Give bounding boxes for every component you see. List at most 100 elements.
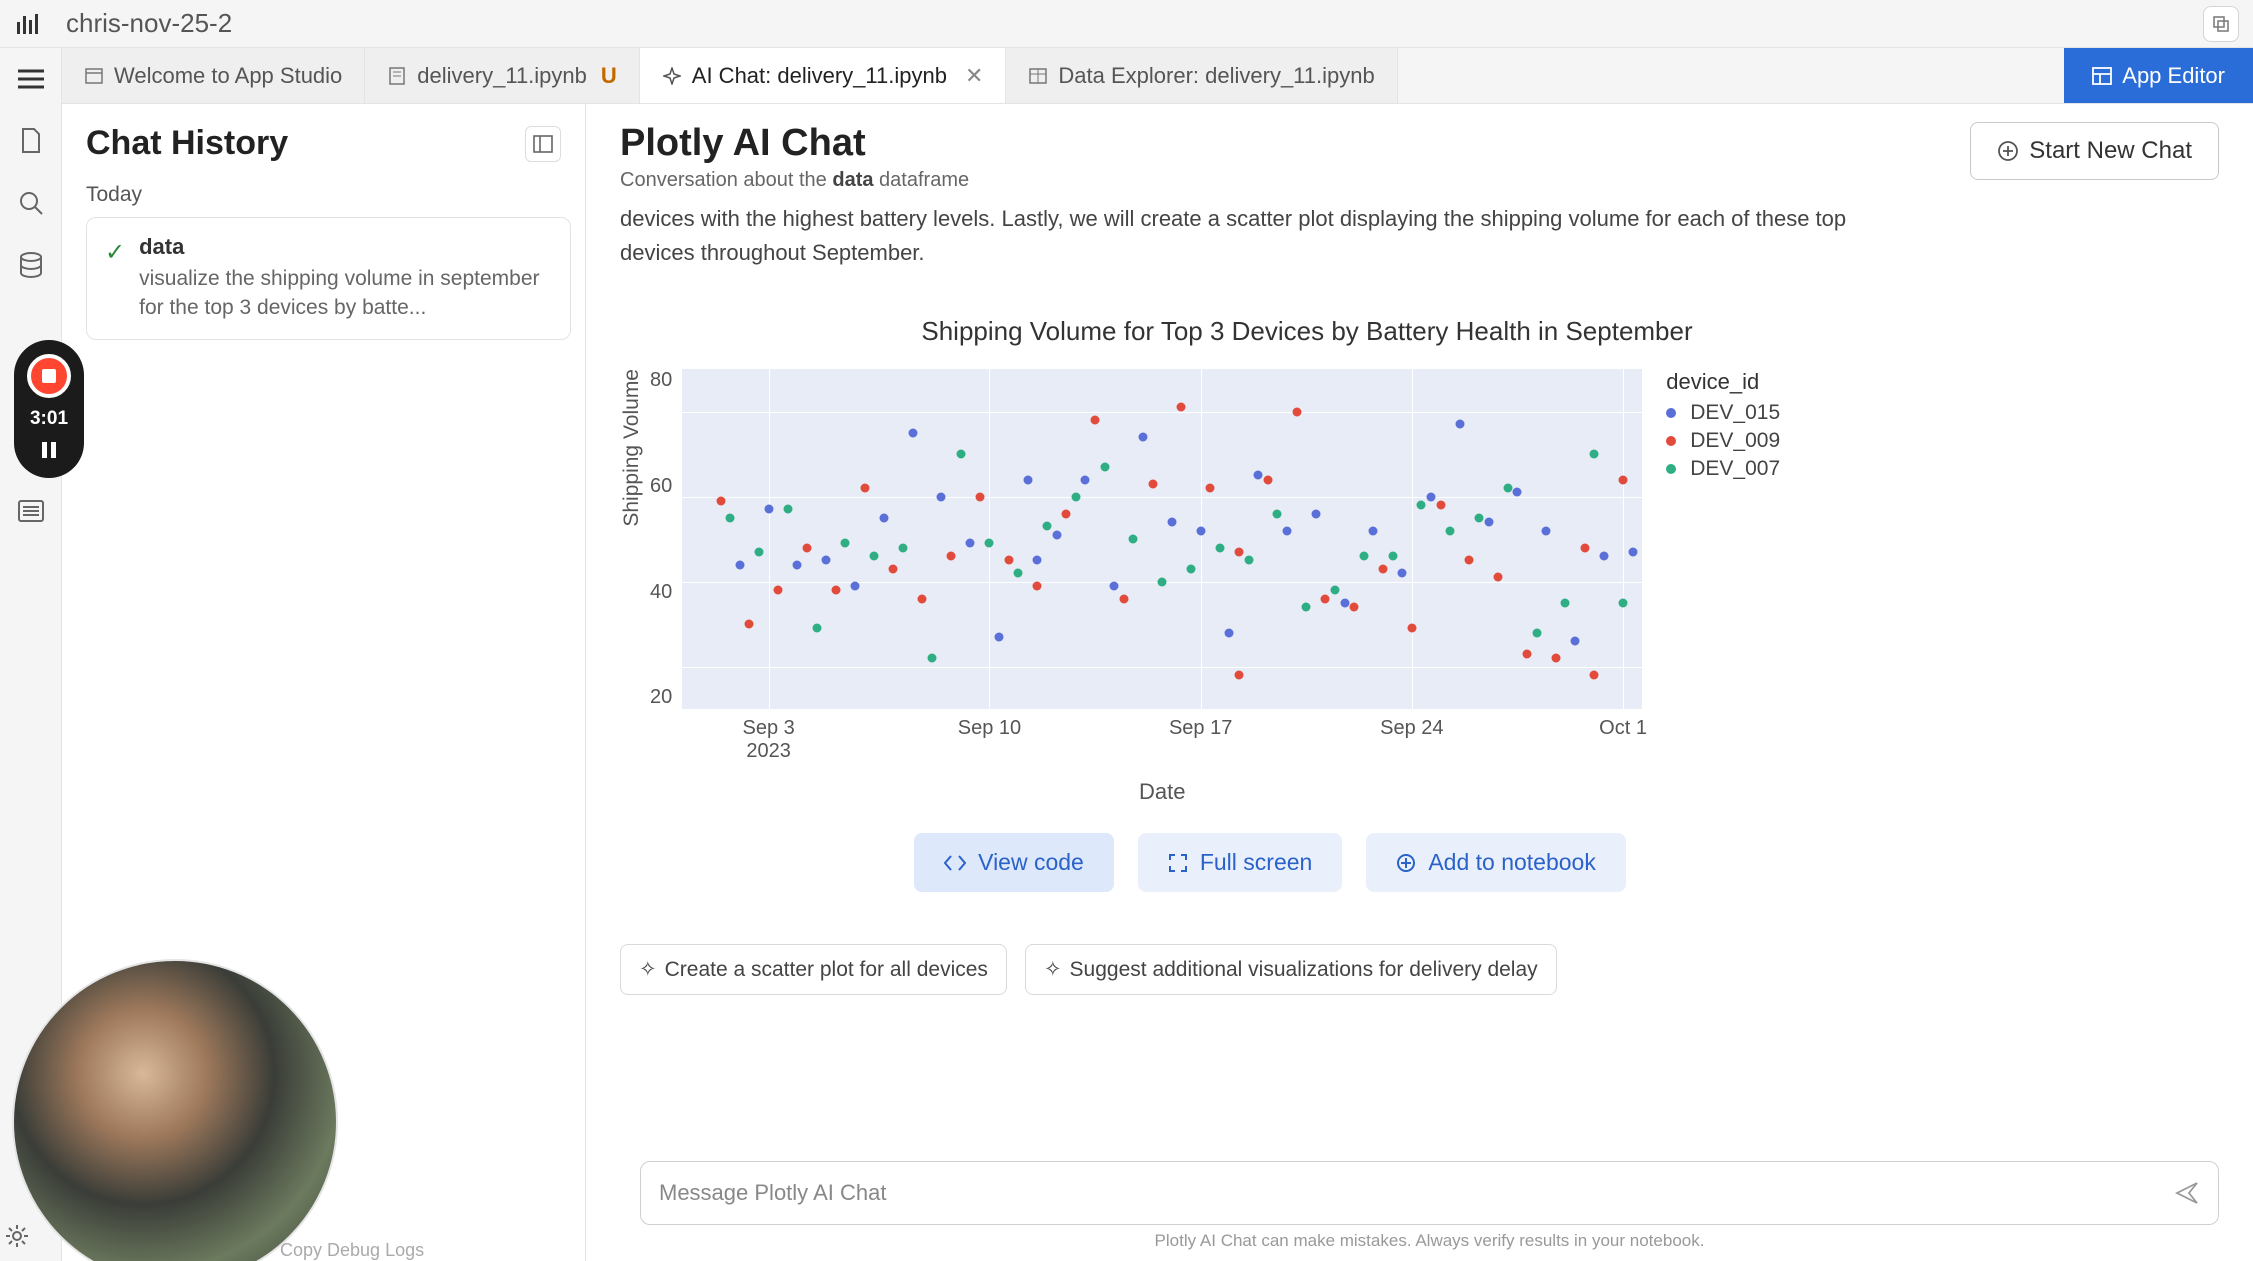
gear-icon[interactable]: [0, 1219, 34, 1253]
pause-recording-button[interactable]: [40, 440, 58, 460]
data-point[interactable]: [1542, 526, 1551, 535]
tab-ai-chat[interactable]: AI Chat: delivery_11.ipynb ✕: [640, 48, 1007, 103]
tab-welcome[interactable]: Welcome to App Studio: [62, 48, 365, 103]
hamburger-icon[interactable]: [14, 62, 48, 96]
data-point[interactable]: [975, 492, 984, 501]
data-point[interactable]: [803, 543, 812, 552]
data-point[interactable]: [812, 624, 821, 633]
legend-item[interactable]: DEV_007: [1666, 457, 1780, 481]
data-point[interactable]: [1244, 556, 1253, 565]
data-point[interactable]: [1023, 475, 1032, 484]
data-point[interactable]: [870, 552, 879, 561]
data-point[interactable]: [764, 505, 773, 514]
data-point[interactable]: [956, 450, 965, 459]
data-point[interactable]: [831, 586, 840, 595]
collapse-panel-button[interactable]: [525, 126, 561, 162]
data-point[interactable]: [774, 586, 783, 595]
data-point[interactable]: [1532, 628, 1541, 637]
data-point[interactable]: [1561, 598, 1570, 607]
data-point[interactable]: [966, 539, 975, 548]
data-point[interactable]: [1196, 526, 1205, 535]
file-icon[interactable]: [14, 124, 48, 158]
data-point[interactable]: [1062, 509, 1071, 518]
data-point[interactable]: [860, 484, 869, 493]
data-point[interactable]: [793, 560, 802, 569]
data-point[interactable]: [1235, 671, 1244, 680]
top-right-menu-button[interactable]: [2203, 6, 2239, 42]
data-point[interactable]: [1455, 420, 1464, 429]
data-point[interactable]: [1619, 475, 1628, 484]
chat-input[interactable]: [659, 1180, 2174, 1206]
data-point[interactable]: [1494, 573, 1503, 582]
data-point[interactable]: [1331, 586, 1340, 595]
view-code-button[interactable]: View code: [914, 833, 1114, 892]
send-icon[interactable]: [2174, 1180, 2200, 1206]
data-point[interactable]: [1033, 556, 1042, 565]
data-point[interactable]: [1417, 501, 1426, 510]
copy-debug-logs-link[interactable]: Copy Debug Logs: [280, 1240, 424, 1261]
data-point[interactable]: [889, 564, 898, 573]
data-point[interactable]: [1158, 577, 1167, 586]
data-point[interactable]: [851, 581, 860, 590]
data-point[interactable]: [1033, 581, 1042, 590]
data-point[interactable]: [1590, 450, 1599, 459]
data-point[interactable]: [1292, 407, 1301, 416]
data-point[interactable]: [1350, 603, 1359, 612]
close-icon[interactable]: ✕: [965, 63, 983, 89]
data-point[interactable]: [1311, 509, 1320, 518]
suggestion-chip[interactable]: ✧ Create a scatter plot for all devices: [620, 944, 1007, 995]
data-point[interactable]: [1071, 492, 1080, 501]
add-to-notebook-button[interactable]: Add to notebook: [1366, 833, 1626, 892]
data-point[interactable]: [1340, 598, 1349, 607]
data-point[interactable]: [716, 496, 725, 505]
database-icon[interactable]: [14, 248, 48, 282]
data-point[interactable]: [1139, 433, 1148, 442]
data-point[interactable]: [1503, 484, 1512, 493]
scatter-plot[interactable]: [682, 369, 1642, 709]
data-point[interactable]: [918, 594, 927, 603]
data-point[interactable]: [1475, 513, 1484, 522]
data-point[interactable]: [735, 560, 744, 569]
data-point[interactable]: [1110, 581, 1119, 590]
data-point[interactable]: [1129, 535, 1138, 544]
data-point[interactable]: [1206, 484, 1215, 493]
history-item[interactable]: ✓ data visualize the shipping volume in …: [86, 217, 571, 340]
data-point[interactable]: [1091, 416, 1100, 425]
data-point[interactable]: [927, 654, 936, 663]
data-point[interactable]: [1407, 624, 1416, 633]
data-point[interactable]: [879, 513, 888, 522]
data-point[interactable]: [1427, 492, 1436, 501]
data-point[interactable]: [1081, 475, 1090, 484]
tab-notebook[interactable]: delivery_11.ipynb U: [365, 48, 639, 103]
data-point[interactable]: [1523, 649, 1532, 658]
data-point[interactable]: [841, 539, 850, 548]
data-point[interactable]: [1302, 603, 1311, 612]
data-point[interactable]: [755, 547, 764, 556]
data-point[interactable]: [1043, 522, 1052, 531]
data-point[interactable]: [1446, 526, 1455, 535]
data-point[interactable]: [1436, 501, 1445, 510]
start-new-chat-button[interactable]: Start New Chat: [1970, 122, 2219, 180]
data-point[interactable]: [899, 543, 908, 552]
list-icon[interactable]: [14, 494, 48, 528]
data-point[interactable]: [1177, 403, 1186, 412]
data-point[interactable]: [1388, 552, 1397, 561]
data-point[interactable]: [1100, 462, 1109, 471]
data-point[interactable]: [1590, 671, 1599, 680]
data-point[interactable]: [1263, 475, 1272, 484]
data-point[interactable]: [985, 539, 994, 548]
data-point[interactable]: [995, 632, 1004, 641]
data-point[interactable]: [822, 556, 831, 565]
data-point[interactable]: [1398, 569, 1407, 578]
data-point[interactable]: [1571, 637, 1580, 646]
data-point[interactable]: [1273, 509, 1282, 518]
data-point[interactable]: [1379, 564, 1388, 573]
data-point[interactable]: [947, 552, 956, 561]
data-point[interactable]: [1484, 518, 1493, 527]
data-point[interactable]: [1465, 556, 1474, 565]
search-icon[interactable]: [14, 186, 48, 220]
data-point[interactable]: [1004, 556, 1013, 565]
data-point[interactable]: [1551, 654, 1560, 663]
data-point[interactable]: [1369, 526, 1378, 535]
data-point[interactable]: [908, 428, 917, 437]
